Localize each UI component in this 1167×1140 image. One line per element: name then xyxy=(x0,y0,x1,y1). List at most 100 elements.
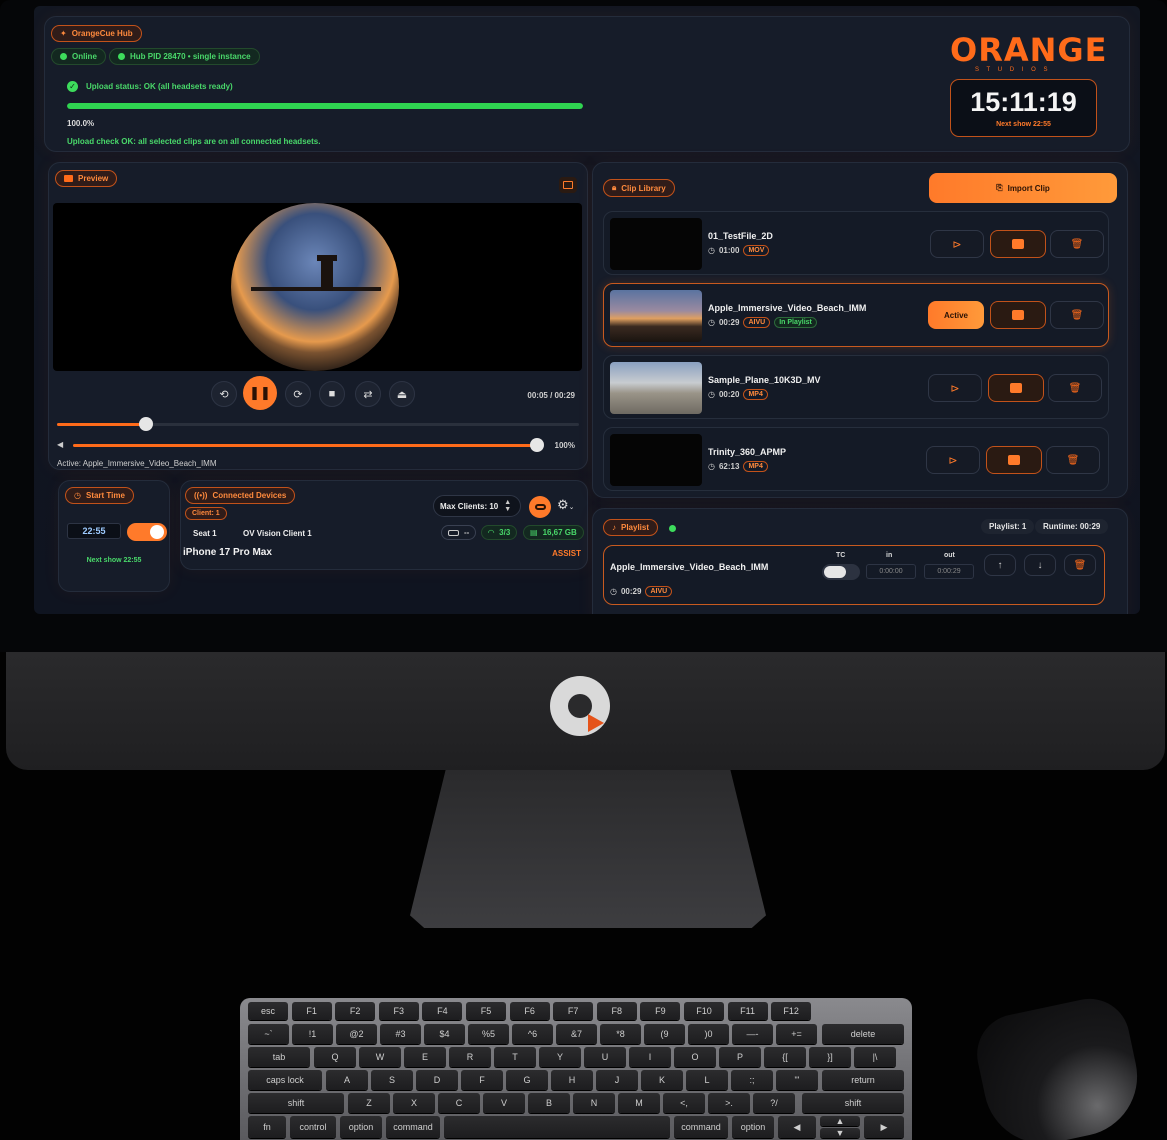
key-row3[interactable]: J xyxy=(596,1070,638,1090)
preview-clip-button[interactable]: ⊳ xyxy=(928,374,982,402)
key-row1[interactable]: #3 xyxy=(380,1024,421,1044)
key-row1[interactable]: %5 xyxy=(468,1024,509,1044)
key-row1[interactable]: *8 xyxy=(600,1024,641,1044)
key-option-right[interactable]: option xyxy=(732,1116,774,1138)
volume-handle[interactable] xyxy=(530,438,544,452)
key-command-right[interactable]: command xyxy=(674,1116,728,1138)
key-row3[interactable]: "' xyxy=(776,1070,818,1090)
key-f5[interactable]: F5 xyxy=(466,1002,506,1020)
preview-clip-button[interactable]: ⊳ xyxy=(930,230,984,258)
key-row2[interactable]: {[ xyxy=(764,1047,806,1067)
remove-item-button[interactable]: 🗑︎ xyxy=(1064,554,1096,576)
key-shift-right[interactable]: shift xyxy=(802,1093,904,1113)
key-row1[interactable]: $4 xyxy=(424,1024,465,1044)
key-row2[interactable]: T xyxy=(494,1047,536,1067)
key-fn[interactable]: fn xyxy=(248,1116,286,1138)
assist-link[interactable]: ASSIST xyxy=(552,549,581,558)
key-row2[interactable]: Q xyxy=(314,1047,356,1067)
add-to-playlist-button[interactable] xyxy=(990,230,1046,258)
volume-track[interactable] xyxy=(73,438,544,452)
max-clients-control[interactable]: Max Clients: 10 ▲ ▼ xyxy=(433,495,521,517)
key-row3[interactable]: D xyxy=(416,1070,458,1090)
key-row4[interactable]: >. xyxy=(708,1093,750,1113)
volume-icon[interactable]: ◀ xyxy=(57,440,63,449)
key-return[interactable]: return xyxy=(822,1070,904,1090)
scrub-handle[interactable] xyxy=(138,417,153,431)
add-to-playlist-button[interactable] xyxy=(990,301,1046,329)
key-row1[interactable]: ~` xyxy=(248,1024,289,1044)
key-delete[interactable]: delete xyxy=(822,1024,904,1044)
key-row4[interactable]: ?/ xyxy=(753,1093,795,1113)
key-f1[interactable]: F1 xyxy=(291,1002,332,1020)
key-row1[interactable]: += xyxy=(776,1024,817,1044)
key-arrow-right[interactable]: ▶ xyxy=(864,1116,904,1138)
key-f7[interactable]: F7 xyxy=(553,1002,594,1020)
key-row4[interactable]: N xyxy=(573,1093,615,1113)
key-row2[interactable]: U xyxy=(584,1047,626,1067)
key-row2[interactable]: P xyxy=(719,1047,761,1067)
add-to-playlist-button[interactable] xyxy=(986,446,1042,474)
key-row4[interactable]: X xyxy=(393,1093,435,1113)
key-esc[interactable]: esc xyxy=(248,1002,288,1020)
preview-clip-button[interactable]: ⊳ xyxy=(926,446,980,474)
key-row2[interactable]: Y xyxy=(539,1047,581,1067)
delete-clip-button[interactable]: 🗑︎ xyxy=(1048,374,1102,402)
clip-row[interactable]: 01_TestFile_2D ◷ 01:00 MOV ⊳ 🗑︎ xyxy=(603,211,1109,275)
delete-clip-button[interactable]: 🗑︎ xyxy=(1050,230,1104,258)
key-row4[interactable]: M xyxy=(618,1093,660,1113)
key-row3[interactable]: G xyxy=(506,1070,548,1090)
key-row3[interactable]: H xyxy=(551,1070,593,1090)
forward-button[interactable]: ⟳ xyxy=(285,381,311,407)
key-f9[interactable]: F9 xyxy=(640,1002,681,1020)
out-field[interactable]: 0:00:29 xyxy=(924,564,974,579)
key-caps-lock[interactable]: caps lock xyxy=(248,1070,322,1090)
key-row1[interactable]: @2 xyxy=(336,1024,377,1044)
playlist-item[interactable]: Apple_Immersive_Video_Beach_IMM ◷ 00:29 A… xyxy=(603,545,1105,605)
key-arrow-down[interactable]: ▼ xyxy=(820,1128,860,1138)
eject-button[interactable]: ⏏ xyxy=(389,381,415,407)
key-row3[interactable]: K xyxy=(641,1070,683,1090)
key-row3[interactable]: L xyxy=(686,1070,728,1090)
import-clip-button[interactable]: ⎘ Import Clip xyxy=(929,173,1117,203)
key-f12[interactable]: F12 xyxy=(771,1002,812,1020)
stop-button[interactable]: ■ xyxy=(319,381,345,407)
key-f8[interactable]: F8 xyxy=(596,1002,637,1020)
move-up-button[interactable]: ↑ xyxy=(984,554,1016,576)
delete-clip-button[interactable]: 🗑︎ xyxy=(1046,446,1100,474)
key-row2[interactable]: E xyxy=(404,1047,446,1067)
key-row1[interactable]: &7 xyxy=(556,1024,597,1044)
key-row2[interactable]: |\ xyxy=(854,1047,896,1067)
stepper-icon[interactable]: ▲ ▼ xyxy=(504,499,511,513)
key-f10[interactable]: F10 xyxy=(684,1002,724,1020)
key-tab[interactable]: tab xyxy=(248,1047,310,1067)
key-control[interactable]: control xyxy=(290,1116,336,1138)
active-clip-button[interactable]: Active xyxy=(928,301,984,329)
key-row2[interactable]: I xyxy=(629,1047,671,1067)
key-row1[interactable]: )0 xyxy=(688,1024,729,1044)
delete-clip-button[interactable]: 🗑︎ xyxy=(1050,301,1104,329)
key-row2[interactable]: }] xyxy=(809,1047,851,1067)
headset-button[interactable] xyxy=(529,496,551,518)
clip-row-active[interactable]: Apple_Immersive_Video_Beach_IMM ◷ 00:29 A… xyxy=(603,283,1109,347)
auto-start-toggle[interactable] xyxy=(127,523,167,541)
in-field[interactable]: 0:00:00 xyxy=(866,564,916,579)
key-row4[interactable]: Z xyxy=(348,1093,390,1113)
key-row2[interactable]: R xyxy=(449,1047,491,1067)
key-row1[interactable]: !1 xyxy=(292,1024,333,1044)
key-row4[interactable]: C xyxy=(438,1093,480,1113)
key-f2[interactable]: F2 xyxy=(335,1002,376,1020)
key-row4[interactable]: V xyxy=(483,1093,525,1113)
key-shift-left[interactable]: shift xyxy=(248,1093,344,1113)
settings-gear-icon[interactable]: ⚙⌄ xyxy=(557,497,575,513)
cast-icon[interactable] xyxy=(559,177,577,193)
rewind-button[interactable]: ⟲ xyxy=(211,381,237,407)
move-down-button[interactable]: ↓ xyxy=(1024,554,1056,576)
loop-button[interactable]: ⇄ xyxy=(355,381,381,407)
mouse[interactable] xyxy=(969,991,1149,1140)
clip-row[interactable]: Trinity_360_APMP ◷ 62:13 MP4 ⊳ 🗑︎ xyxy=(603,427,1109,491)
video-viewport[interactable] xyxy=(53,203,582,371)
pause-button[interactable]: ❚❚ xyxy=(243,376,277,410)
key-f3[interactable]: F3 xyxy=(378,1002,419,1020)
clip-row[interactable]: Sample_Plane_10K3D_MV ◷ 00:20 MP4 ⊳ 🗑︎ xyxy=(603,355,1109,419)
key-f6[interactable]: F6 xyxy=(509,1002,550,1020)
